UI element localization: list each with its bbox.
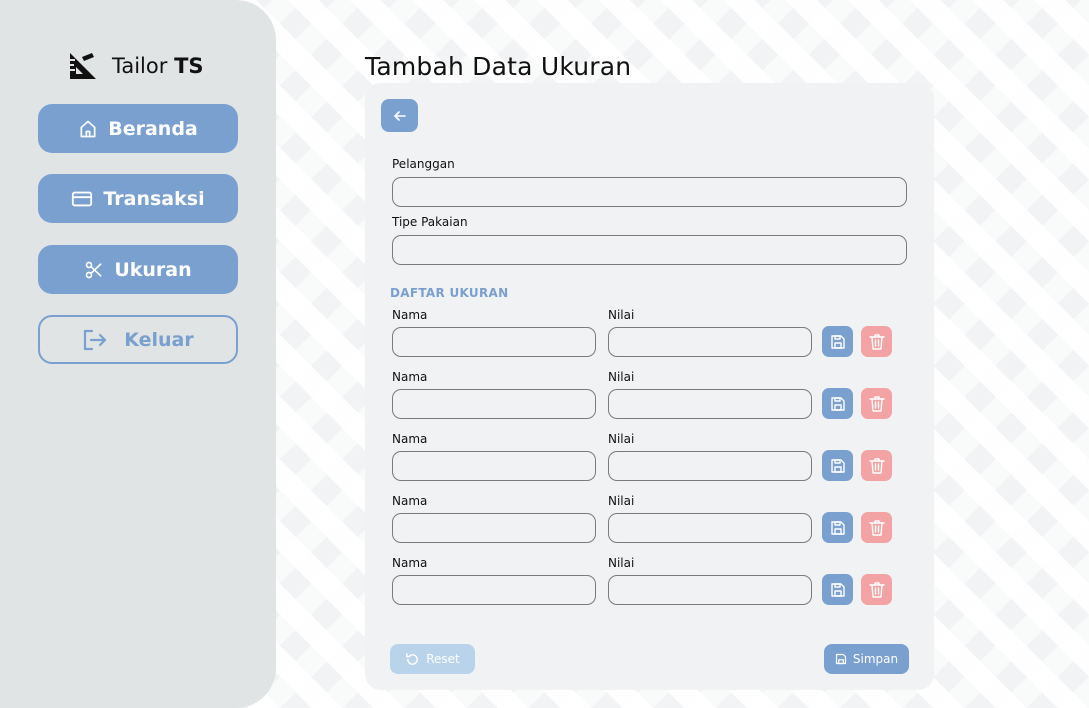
home-icon bbox=[80, 120, 96, 137]
trash-icon bbox=[868, 333, 885, 350]
row-value-input[interactable] bbox=[608, 513, 812, 543]
row-delete-button[interactable] bbox=[861, 574, 892, 605]
credit-card-icon bbox=[72, 191, 93, 206]
trash-icon bbox=[868, 519, 885, 536]
nav-beranda-label: Beranda bbox=[108, 117, 198, 140]
row-value-label: Nilai bbox=[608, 308, 635, 322]
row-name-input[interactable] bbox=[392, 327, 596, 357]
nav-beranda-button[interactable]: Beranda bbox=[38, 104, 238, 153]
row-value-input[interactable] bbox=[608, 451, 812, 481]
row-value-label: Nilai bbox=[608, 370, 635, 384]
reset-button[interactable]: Reset bbox=[390, 644, 475, 674]
row-name-input[interactable] bbox=[392, 513, 596, 543]
row-name-label: Nama bbox=[392, 432, 428, 446]
trash-icon bbox=[868, 457, 885, 474]
row-name-input[interactable] bbox=[392, 575, 596, 605]
trash-icon bbox=[868, 395, 885, 412]
save-icon bbox=[830, 582, 845, 597]
tipe-pakaian-label: Tipe Pakaian bbox=[392, 215, 468, 229]
row-delete-button[interactable] bbox=[861, 388, 892, 419]
ruler-triangle-icon bbox=[70, 53, 96, 79]
row-value-label: Nilai bbox=[608, 556, 635, 570]
row-delete-button[interactable] bbox=[861, 450, 892, 481]
row-name-input[interactable] bbox=[392, 389, 596, 419]
row-delete-button[interactable] bbox=[861, 512, 892, 543]
row-delete-button[interactable] bbox=[861, 326, 892, 357]
nav-keluar-button[interactable]: Keluar bbox=[38, 315, 238, 364]
nav-transaksi-label: Transaksi bbox=[103, 187, 205, 210]
simpan-button[interactable]: Simpan bbox=[824, 644, 909, 674]
row-value-input[interactable] bbox=[608, 327, 812, 357]
back-button[interactable] bbox=[381, 99, 418, 132]
row-save-button[interactable] bbox=[822, 574, 853, 605]
logout-icon bbox=[84, 329, 107, 350]
save-icon bbox=[830, 458, 845, 473]
form-card: Pelanggan Tipe Pakaian DAFTAR UKURAN Nam… bbox=[365, 83, 934, 690]
pelanggan-label: Pelanggan bbox=[392, 157, 455, 171]
row-name-label: Nama bbox=[392, 308, 428, 322]
row-save-button[interactable] bbox=[822, 450, 853, 481]
reset-icon bbox=[406, 652, 419, 665]
row-name-input[interactable] bbox=[392, 451, 596, 481]
nav-transaksi-button[interactable]: Transaksi bbox=[38, 174, 238, 223]
sidebar: Tailor TS Beranda Transaksi Ukuran Kelua… bbox=[0, 0, 276, 708]
simpan-label: Simpan bbox=[852, 652, 899, 666]
row-name-label: Nama bbox=[392, 494, 428, 508]
row-name-label: Nama bbox=[392, 370, 428, 384]
save-icon bbox=[830, 396, 845, 411]
reset-label: Reset bbox=[426, 652, 460, 666]
save-icon bbox=[830, 334, 845, 349]
arrow-left-icon bbox=[393, 110, 406, 121]
daftar-ukuran-heading: DAFTAR UKURAN bbox=[390, 286, 509, 300]
nav-ukuran-label: Ukuran bbox=[114, 258, 192, 281]
row-save-button[interactable] bbox=[822, 512, 853, 543]
nav-keluar-label: Keluar bbox=[124, 328, 194, 351]
scissors-icon bbox=[86, 261, 102, 278]
brand: Tailor TS bbox=[68, 51, 204, 81]
save-icon bbox=[835, 653, 846, 665]
brand-name: Tailor TS bbox=[112, 54, 204, 78]
row-name-label: Nama bbox=[392, 556, 428, 570]
row-value-input[interactable] bbox=[608, 389, 812, 419]
tipe-pakaian-input[interactable] bbox=[392, 235, 907, 265]
row-value-label: Nilai bbox=[608, 432, 635, 446]
pelanggan-input[interactable] bbox=[392, 177, 907, 207]
row-value-input[interactable] bbox=[608, 575, 812, 605]
save-icon bbox=[830, 520, 845, 535]
row-save-button[interactable] bbox=[822, 388, 853, 419]
row-value-label: Nilai bbox=[608, 494, 635, 508]
row-save-button[interactable] bbox=[822, 326, 853, 357]
trash-icon bbox=[868, 581, 885, 598]
page-title: Tambah Data Ukuran bbox=[365, 52, 632, 81]
nav-ukuran-button[interactable]: Ukuran bbox=[38, 245, 238, 294]
